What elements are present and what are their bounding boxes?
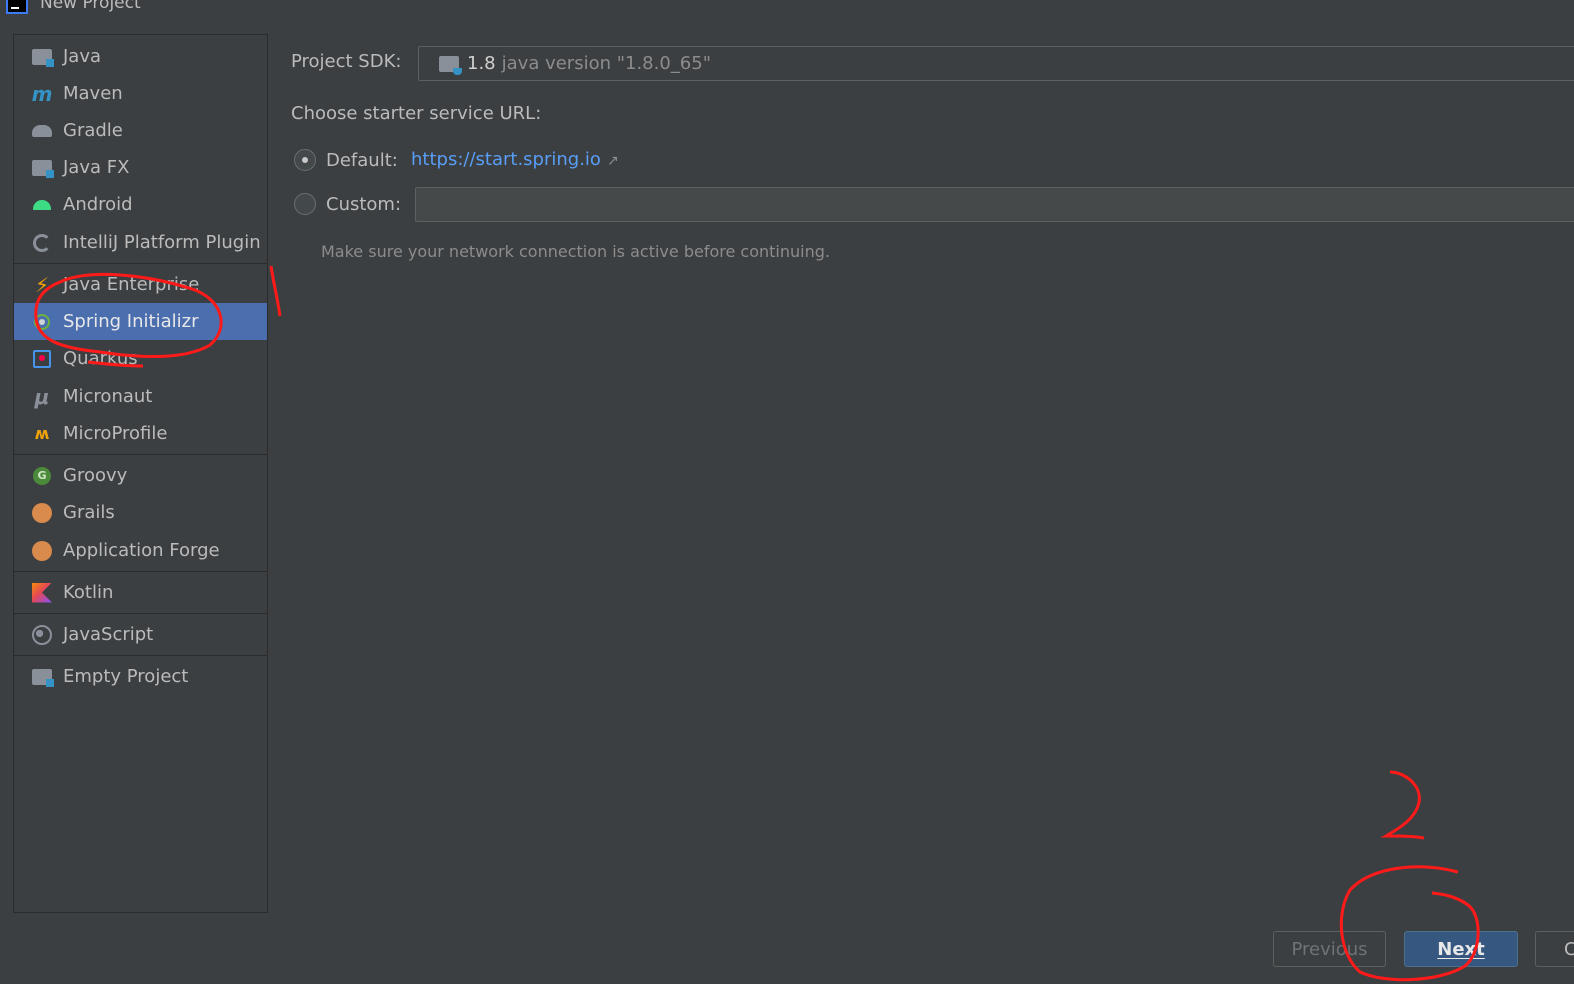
sidebar-item-empty-project[interactable]: Empty Project [14, 658, 267, 695]
sidebar-item-java[interactable]: Java [14, 38, 267, 75]
sidebar-item-maven[interactable]: m Maven [14, 75, 267, 112]
next-button[interactable]: Next [1404, 931, 1518, 967]
sidebar-item-javascript[interactable]: JavaScript [14, 616, 267, 653]
sidebar-item-grails[interactable]: Grails [14, 494, 267, 531]
sidebar-item-groovy[interactable]: G Groovy [14, 457, 267, 494]
project-sdk-dropdown[interactable]: 1.8 java version "1.8.0_65" [418, 46, 1574, 81]
external-link-icon: ↗ [606, 153, 619, 169]
project-type-list: Java m Maven Gradle Java FX Android Inte… [13, 34, 268, 913]
sidebar-item-java-fx[interactable]: Java FX [14, 149, 267, 186]
custom-url-input[interactable] [415, 187, 1574, 222]
custom-url-label: Custom: [326, 194, 402, 215]
default-url-radio[interactable] [294, 149, 316, 171]
sidebar-item-application-forge[interactable]: Application Forge [14, 532, 267, 569]
custom-url-radio[interactable] [294, 193, 316, 215]
cancel-button[interactable]: C [1535, 931, 1574, 967]
sidebar-item-label: Java FX [63, 157, 130, 178]
kotlin-icon [31, 582, 53, 604]
sidebar-item-kotlin[interactable]: Kotlin [14, 574, 267, 611]
java-enterprise-icon: ⚡ [34, 272, 50, 297]
groovy-icon: G [31, 465, 53, 487]
sidebar-item-label: Java Enterprise [63, 274, 200, 295]
service-url-heading: Choose starter service URL: [291, 103, 542, 124]
microprofile-icon: ʍ [34, 424, 50, 443]
spring-icon [31, 311, 53, 333]
sidebar-item-java-enterprise[interactable]: ⚡ Java Enterprise [14, 266, 267, 303]
sidebar-item-label: Java [63, 46, 102, 67]
network-hint: Make sure your network connection is act… [321, 242, 830, 261]
sidebar-item-label: Maven [63, 83, 123, 104]
micronaut-icon: μ [34, 384, 50, 409]
window-title: New Project [40, 0, 141, 13]
sidebar-item-microprofile[interactable]: ʍ MicroProfile [14, 415, 267, 452]
default-url-text: https://start.spring.io [411, 149, 601, 170]
sidebar-item-gradle[interactable]: Gradle [14, 112, 267, 149]
previous-button[interactable]: Previous [1273, 931, 1386, 967]
plugin-icon [31, 232, 53, 254]
sidebar-item-label: Android [63, 194, 133, 215]
sidebar-item-spring-initializr[interactable]: Spring Initializr [14, 303, 267, 340]
sidebar-divider [14, 571, 267, 572]
grails-icon [31, 502, 53, 524]
gradle-icon [31, 120, 53, 142]
sidebar-divider [14, 613, 267, 614]
sidebar-item-label: Grails [63, 502, 115, 523]
annotation-number-1 [269, 265, 282, 317]
sidebar-item-label: IntelliJ Platform Plugin [63, 232, 261, 253]
default-url-label: Default: [326, 150, 398, 171]
sidebar-divider [14, 263, 267, 264]
annotation-number-2 [1380, 770, 1425, 840]
sidebar-item-label: JavaScript [63, 624, 154, 645]
android-icon [31, 194, 53, 216]
jdk-folder-icon [439, 55, 462, 75]
sidebar-item-android[interactable]: Android [14, 186, 267, 223]
sidebar-item-label: Quarkus [63, 348, 138, 369]
sidebar-divider [14, 655, 267, 656]
sidebar-item-intellij-platform-plugin[interactable]: IntelliJ Platform Plugin [14, 224, 267, 261]
next-button-label: Next [1437, 938, 1485, 960]
folder-icon [31, 666, 54, 688]
sidebar-item-label: MicroProfile [63, 423, 168, 444]
sidebar-item-label: Spring Initializr [63, 311, 199, 332]
sidebar-item-label: Empty Project [63, 666, 189, 687]
grails-icon [31, 540, 53, 562]
javascript-icon [31, 624, 53, 646]
default-url-link[interactable]: https://start.spring.io ↗ [411, 149, 619, 170]
folder-icon [31, 46, 54, 68]
quarkus-icon [31, 348, 53, 370]
sidebar-item-label: Gradle [63, 120, 123, 141]
title-bar: New Project [0, 0, 141, 16]
new-project-dialog: New Project Java m Maven Gradle Java FX … [0, 0, 1574, 984]
folder-icon [31, 157, 54, 179]
project-sdk-label: Project SDK: [291, 51, 402, 72]
intellij-logo-icon [6, 0, 28, 14]
sidebar-item-label: Kotlin [63, 582, 114, 603]
sidebar-item-micronaut[interactable]: μ Micronaut [14, 378, 267, 415]
sidebar-item-label: Groovy [63, 465, 128, 486]
sidebar-item-quarkus[interactable]: Quarkus [14, 340, 267, 377]
sidebar-item-label: Micronaut [63, 386, 153, 407]
maven-icon: m [31, 81, 53, 106]
sdk-detail: java version "1.8.0_65" [501, 53, 711, 74]
sidebar-item-label: Application Forge [63, 540, 220, 561]
sdk-version: 1.8 [467, 53, 496, 74]
sidebar-divider [14, 454, 267, 455]
